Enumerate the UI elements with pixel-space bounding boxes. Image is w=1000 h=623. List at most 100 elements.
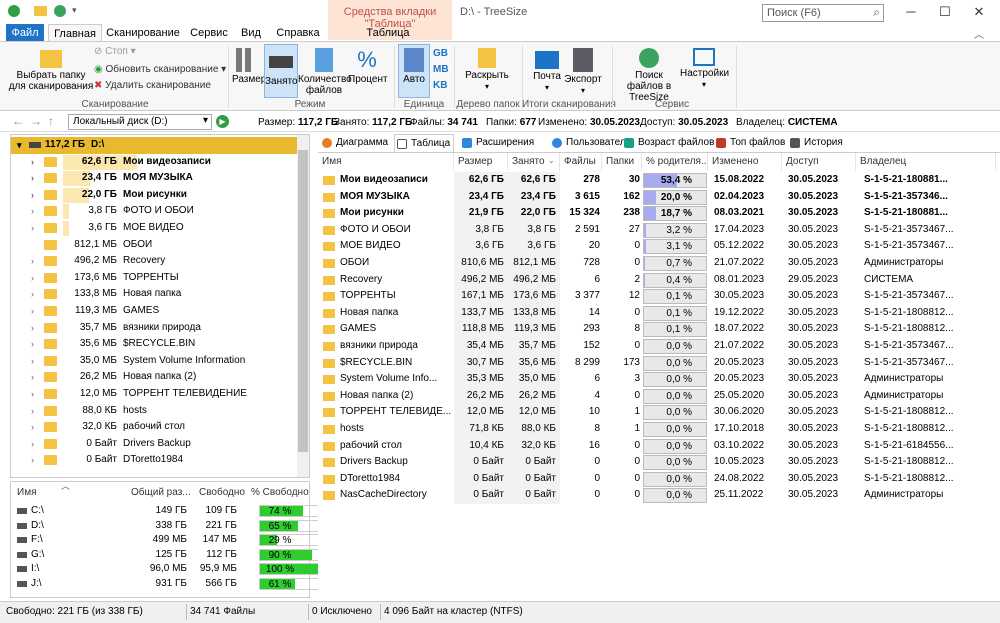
mode-occupied-button[interactable]: Занято [264,44,298,98]
tab-users[interactable]: Пользователи [550,134,631,152]
minimize-button[interactable]: ─ [896,2,926,22]
drive-row[interactable]: F:\ 499 МБ 147 МБ 29 % [11,533,319,548]
table-row[interactable]: ТОРРЕНТ ТЕЛЕВИДЕ... 12,0 МБ 12,0 МБ 10 1 0,0 … [318,404,1000,421]
table-row[interactable]: рабочий стол 10,4 КБ 32,0 КБ 16 0 0,0 % 03.10.… [318,437,1000,455]
table-row[interactable]: GAMES 118,8 МБ 119,3 МБ 293 8 0,1 % 18.07.2022… [318,321,1000,338]
expand-arrow-icon[interactable]: › [31,353,34,370]
expand-arrow-icon[interactable]: › [31,452,34,469]
expand-arrow-icon[interactable]: › [31,386,34,403]
col-parent-pct[interactable]: % родителя... [642,153,708,171]
tab-view[interactable]: Вид [236,24,266,42]
tree-item[interactable]: 812,1 МБ ОБОИ [11,237,297,254]
drive-row[interactable]: D:\ 338 ГБ 221 ГБ 65 % [11,519,319,534]
expand-arrow-icon[interactable]: › [31,286,34,303]
tab-table-view[interactable]: Таблица [394,134,454,152]
expand-arrow-icon[interactable]: › [31,170,34,187]
tree-item[interactable]: › 12,0 МБ ТОРРЕНТ ТЕЛЕВИДЕНИЕ [11,386,297,403]
expand-button[interactable]: Раскрыть ▾ [462,48,512,92]
tab-top-files[interactable]: Топ файлов [714,134,785,152]
drive-select[interactable]: Локальный диск (D:) ▾ [68,114,212,130]
ribbon-collapse-icon[interactable]: ︿ [964,26,994,41]
tree-item[interactable]: › 0 Байт Drivers Backup [11,436,297,453]
tab-home[interactable]: Главная [48,24,102,42]
tree-item[interactable]: › 119,3 МБ GAMES [11,303,297,320]
tab-file-age[interactable]: Возраст файлов [622,134,714,152]
tab-extensions[interactable]: Расширения [460,134,534,152]
col-size[interactable]: Размер [454,153,508,171]
table-row[interactable]: Drivers Backup 0 Байт 0 Байт 0 0 0,0 % 10.05.2… [318,454,1000,471]
expand-arrow-icon[interactable]: › [31,253,34,270]
tab-chart[interactable]: Диаграмма [320,134,388,152]
collapse-arrow-icon[interactable]: ▾ [17,137,22,154]
update-scan-button[interactable]: ◉ Обновить сканирование ▾ [94,64,226,75]
expand-arrow-icon[interactable]: › [31,320,34,337]
tree-item[interactable]: › 23,4 ГБ МОЯ МУЗЫКА [11,170,297,187]
expand-arrow-icon[interactable]: › [31,336,34,353]
tree-item[interactable]: › 496,2 МБ Recovery [11,253,297,270]
table-row[interactable]: hosts 71,8 КБ 88,0 КБ 8 1 0,0 % 17.10.2018 30.0… [318,421,1000,438]
expand-arrow-icon[interactable]: › [31,369,34,386]
table-row[interactable]: Recovery 496,2 МБ 496,2 МБ 6 2 0,4 % 08.01.202… [318,271,1000,289]
tab-service[interactable]: Сервис [186,24,232,42]
col-folders[interactable]: Папки [602,153,642,171]
tree-root[interactable]: ▾ 117,2 ГБ D:\ [11,137,297,154]
tree-item[interactable]: › 35,6 МБ $RECYCLE.BIN [11,336,297,353]
drive-row[interactable]: C:\ 149 ГБ 109 ГБ 74 % [11,504,319,519]
table-row[interactable]: Мои рисунки 21,9 ГБ 22,0 ГБ 15 324 238 18,7 %… [318,205,1000,222]
tree-item[interactable]: › 133,8 МБ Новая папка [11,286,297,303]
col-name[interactable]: Имя [318,153,454,171]
col-modified[interactable]: Изменено [708,153,782,171]
forward-arrow-icon[interactable]: → [30,114,42,128]
tree-item[interactable]: › 26,2 МБ Новая папка (2) [11,369,297,386]
expand-arrow-icon[interactable]: › [31,403,34,420]
table-row[interactable]: DToretto1984 0 Байт 0 Байт 0 0 0,0 % 24.08.202… [318,470,1000,488]
tree-item[interactable]: › 3,6 ГБ МОЕ ВИДЕО [11,220,297,237]
tree-item[interactable]: › 88,0 КБ hosts [11,403,297,420]
drives-header-name[interactable]: Имя [17,486,36,501]
expand-arrow-icon[interactable]: › [31,270,34,287]
up-arrow-icon[interactable]: ↑ [48,114,54,128]
unit-auto-button[interactable]: Авто [398,44,430,98]
tree-item[interactable]: › 22,0 ГБ Мои рисунки [11,187,297,204]
drive-row[interactable]: J:\ 931 ГБ 566 ГБ 61 % [11,577,319,592]
mail-button[interactable]: Почта ▾ [530,48,564,93]
stop-button[interactable]: ⊘ Стоп ▾ [94,46,136,57]
tree-item[interactable]: › 35,0 МБ System Volume Information [11,353,297,370]
mode-size-button[interactable]: Размер [232,48,266,85]
tree-item[interactable]: › 62,6 ГБ Мои видеозаписи [11,154,297,171]
table-row[interactable]: Новая папка (2) 26,2 МБ 26,2 МБ 4 0 0,0 % 25.0… [318,387,1000,405]
drives-header-total[interactable]: Общий раз... [131,486,191,501]
close-button[interactable]: ✕ [964,2,994,22]
expand-arrow-icon[interactable]: › [31,419,34,436]
table-row[interactable]: ТОРРЕНТЫ 167,1 МБ 173,6 МБ 3 377 12 0,1 % 30.0… [318,288,1000,305]
export-button[interactable]: Экспорт ▾ [564,48,602,96]
expand-arrow-icon[interactable]: › [31,154,34,171]
table-row[interactable]: ФОТО И ОБОИ 3,8 ГБ 3,8 ГБ 2 591 27 3,2 % 17.04… [318,221,1000,239]
expand-arrow-icon[interactable]: › [31,436,34,453]
folder-tree[interactable]: ▾ 117,2 ГБ D:\ › 62,6 ГБ Мои видеозаписи › 2… [10,134,310,478]
drives-header-pct[interactable]: % Свободно [251,486,309,501]
maximize-button[interactable]: ☐ [930,2,960,22]
unit-mb-button[interactable]: MB [433,64,449,75]
table-row[interactable]: вязники природа 35,4 МБ 35,7 МБ 152 0 0,0 % 21… [318,338,1000,355]
tree-scroll-thumb[interactable] [298,150,308,452]
tree-item[interactable]: › 173,6 МБ ТОРРЕНТЫ [11,270,297,287]
refresh-icon[interactable] [54,5,66,17]
table-row[interactable]: ОБОИ 810,6 МБ 812,1 МБ 728 0 0,7 % 21.07.2022 3… [318,255,1000,272]
tab-history[interactable]: История [788,134,843,152]
col-access[interactable]: Доступ [782,153,856,171]
expand-arrow-icon[interactable]: › [31,187,34,204]
col-files[interactable]: Файлы [560,153,602,171]
table-row[interactable]: Новая папка 133,7 МБ 133,8 МБ 14 0 0,1 % 19.12… [318,304,1000,322]
delete-scan-button[interactable]: ✖ Удалить сканирование [94,80,211,91]
tree-item[interactable]: › 35,7 МБ вязники природа [11,320,297,337]
table-row[interactable]: $RECYCLE.BIN 30,7 МБ 35,6 МБ 8 299 173 0,0 % 2… [318,354,1000,372]
table-row[interactable]: System Volume Info... 35,3 МБ 35,0 МБ 6 3 0,0… [318,371,1000,388]
select-folder-button[interactable]: Выбрать папку для сканирования [8,48,94,92]
tree-item[interactable]: › 0 Байт DToretto1984 [11,452,297,469]
drives-header-free[interactable]: Свободно [199,486,245,501]
folder-icon[interactable] [34,6,47,16]
mode-file-count-button[interactable]: Количество файлов [298,48,352,96]
search-input[interactable]: Поиск (F6) ⌕ [762,4,884,22]
expand-arrow-icon[interactable]: › [31,303,34,320]
